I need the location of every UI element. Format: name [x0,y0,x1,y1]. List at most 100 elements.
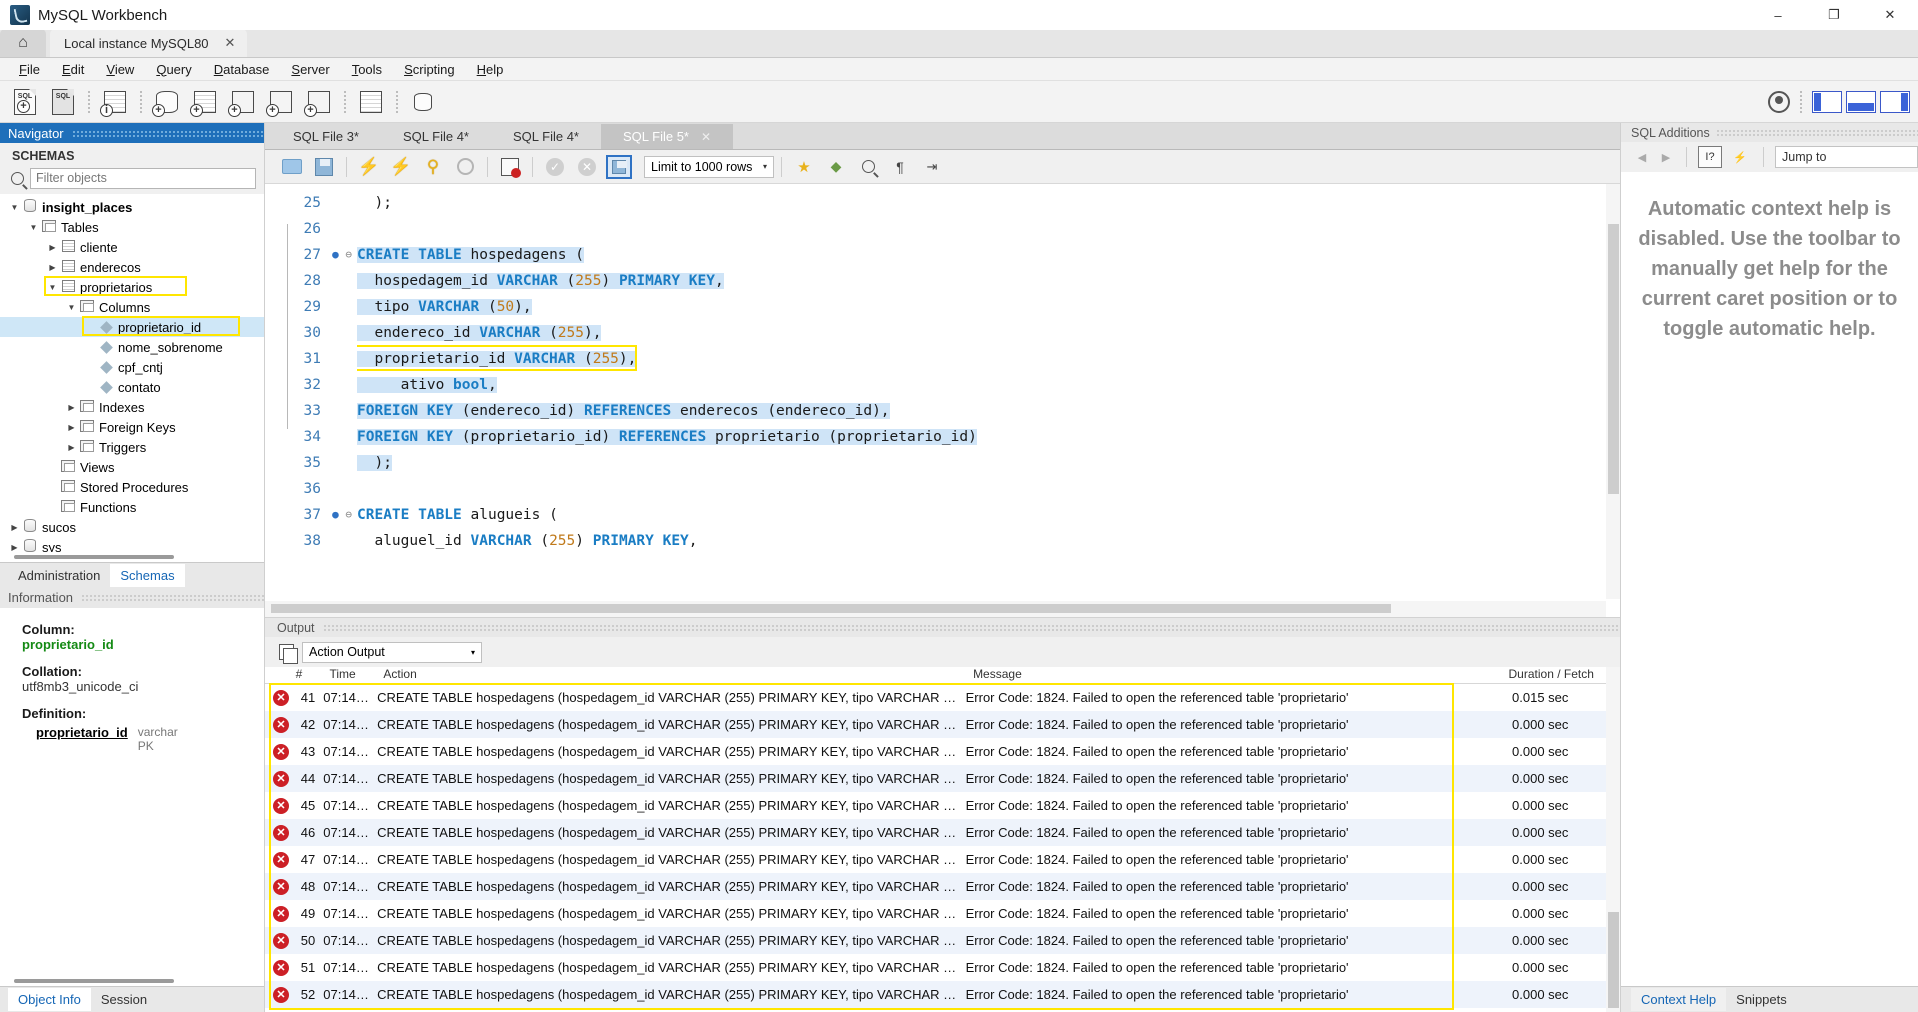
code-line[interactable]: CREATE TABLE alugueis ( [357,502,1620,528]
grid-column-header[interactable]: Duration / Fetch [1503,667,1620,683]
output-row[interactable]: ✕ 47 07:14:36 CREATE TABLE hospedagens (hos… [265,846,1620,873]
line-marker[interactable] [327,268,357,294]
information-tab-object-info[interactable]: Object Info [8,988,91,1011]
context-help-icon[interactable]: I? [1698,146,1722,168]
output-row[interactable]: ✕ 45 07:14:36 CREATE TABLE hospedagens (hos… [265,792,1620,819]
line-marker[interactable] [327,398,357,424]
line-marker[interactable] [327,450,357,476]
open-script-icon[interactable] [277,154,307,180]
menu-view[interactable]: View [95,60,145,79]
expand-arrow-icon[interactable]: ▼ [46,283,59,292]
line-marker[interactable] [327,528,357,554]
sql-file-tab-1[interactable]: SQL File 3* [271,124,381,149]
code-line[interactable]: CREATE TABLE hospedagens ( [357,242,1620,268]
execute-all-icon[interactable]: ⚡ [354,154,384,180]
menu-edit[interactable]: Edit [51,60,95,79]
tree-item-nome-sobrenome[interactable]: nome_sobrenome [0,337,264,357]
line-marker[interactable] [327,294,357,320]
code-line[interactable]: ); [357,190,1620,216]
tree-item-views[interactable]: Views [0,457,264,477]
reconnect-server-icon[interactable] [406,86,440,118]
menu-database[interactable]: Database [203,60,281,79]
expand-arrow-icon[interactable]: ▼ [65,303,78,312]
output-row[interactable]: ✕ 41 07:14:35 CREATE TABLE hospedagens (hos… [265,684,1620,711]
wrap-lines-icon[interactable]: ⇥ [917,154,947,180]
maximize-button[interactable]: ❐ [1806,0,1862,30]
tree-item-tables[interactable]: ▼ Tables [0,217,264,237]
information-tab-session[interactable]: Session [91,988,157,1011]
server-info-icon[interactable]: i [98,86,132,118]
autocommit-icon[interactable] [604,154,634,180]
output-row[interactable]: ✕ 51 07:14:37 CREATE TABLE hospedagens (hos… [265,954,1620,981]
tree-item-triggers[interactable]: ▶ Triggers [0,437,264,457]
code-line[interactable]: tipo VARCHAR (50), [357,294,1620,320]
line-marker[interactable] [327,424,357,450]
output-row[interactable]: ✕ 44 07:14:36 CREATE TABLE hospedagens (hos… [265,765,1620,792]
tree-item-columns[interactable]: ▼ Columns [0,297,264,317]
expand-arrow-icon[interactable]: ▼ [8,203,21,212]
find-icon[interactable]: ◆ [821,154,851,180]
commit-icon[interactable]: ✓ [540,154,570,180]
tree-item-insight-places[interactable]: ▼ insight_places [0,197,264,217]
code-line[interactable] [357,476,1620,502]
home-tab[interactable]: ⌂ [0,29,46,57]
expand-arrow-icon[interactable]: ▶ [65,423,78,432]
output-row[interactable]: ✕ 48 07:14:36 CREATE TABLE hospedagens (hos… [265,873,1620,900]
rollback-icon[interactable]: ✕ [572,154,602,180]
jump-to-input[interactable]: Jump to [1775,146,1918,168]
output-vertical-scrollbar[interactable] [1606,667,1620,1012]
tree-item-foreign-keys[interactable]: ▶ Foreign Keys [0,417,264,437]
code-line[interactable]: aluguel_id VARCHAR (255) PRIMARY KEY, [357,528,1620,554]
toggle-invisible-icon[interactable]: ¶ [885,154,915,180]
line-marker[interactable]: ● ⊖ [327,502,357,528]
grid-column-header[interactable]: Time [323,667,377,683]
grid-column-header[interactable]: Message [967,667,1502,683]
expand-arrow-icon[interactable]: ▶ [8,523,21,532]
new-view-icon[interactable]: + [226,86,260,118]
expand-arrow-icon[interactable]: ▶ [46,243,59,252]
new-sql-file-icon[interactable]: SQL + [8,86,42,118]
tree-item-stored-procedures[interactable]: Stored Procedures [0,477,264,497]
code-line[interactable]: FOREIGN KEY (endereco_id) REFERENCES end… [357,398,1620,424]
output-row[interactable]: ✕ 42 07:14:35 CREATE TABLE hospedagens (hos… [265,711,1620,738]
menu-help[interactable]: Help [466,60,515,79]
line-marker[interactable] [327,320,357,346]
new-table-icon[interactable]: + [188,86,222,118]
auto-context-help-icon[interactable]: ⚡ [1728,146,1752,168]
code-line[interactable]: hospedagem_id VARCHAR (255) PRIMARY KEY, [357,268,1620,294]
minimize-button[interactable]: – [1750,0,1806,30]
expand-arrow-icon[interactable]: ▶ [8,543,21,552]
expand-arrow-icon[interactable]: ▼ [27,223,40,232]
user-account-icon[interactable] [1768,91,1790,113]
menu-scripting[interactable]: Scripting [393,60,466,79]
tree-item-functions[interactable]: Functions [0,497,264,517]
output-row[interactable]: ✕ 49 07:14:37 CREATE TABLE hospedagens (hos… [265,900,1620,927]
action-output-grid[interactable]: # Time Action Message Duration / Fetch ✕ 41 07… [265,667,1620,1012]
grid-column-header[interactable]: Action [377,667,967,683]
sql-code-editor[interactable]: 25 26 27 28 29 30 31 32 33 34 35 36 37 38 ● ⊖ ● ⊖ ); C… [265,184,1620,618]
line-marker[interactable]: ● ⊖ [327,242,357,268]
navigator-tab-administration[interactable]: Administration [8,564,110,587]
search-icon[interactable] [853,154,883,180]
tree-item-sys[interactable]: ▶ sys [0,537,264,552]
code-line[interactable]: proprietario_id VARCHAR (255), [357,346,1620,372]
menu-tools[interactable]: Tools [341,60,393,79]
toggle-schema-tree-icon[interactable] [495,154,525,180]
row-limit-select[interactable]: Limit to 1000 rows ▾ [644,155,774,178]
tree-item-cliente[interactable]: ▶ cliente [0,237,264,257]
editor-vertical-scrollbar[interactable] [1606,184,1620,599]
execute-current-icon[interactable]: ⚡ [386,154,416,180]
expand-arrow-icon[interactable]: ▶ [46,263,59,272]
sql-file-tab-4[interactable]: SQL File 5* ✕ [601,124,734,149]
output-view-select[interactable]: Action Output ▾ [302,641,482,663]
sql-file-tab-3[interactable]: SQL File 4* [491,124,601,149]
code-line[interactable]: ativo bool, [357,372,1620,398]
inspect-table-icon[interactable] [354,86,388,118]
sql-additions-tab-context-help[interactable]: Context Help [1631,988,1727,1011]
forward-icon[interactable]: ▶ [1657,151,1675,164]
expand-arrow-icon[interactable]: ▶ [65,403,78,412]
info-hscrollbar[interactable] [0,976,264,986]
editor-horizontal-scrollbar[interactable] [265,601,1606,617]
line-marker[interactable] [327,346,357,372]
open-sql-file-icon[interactable]: SQL [46,86,80,118]
